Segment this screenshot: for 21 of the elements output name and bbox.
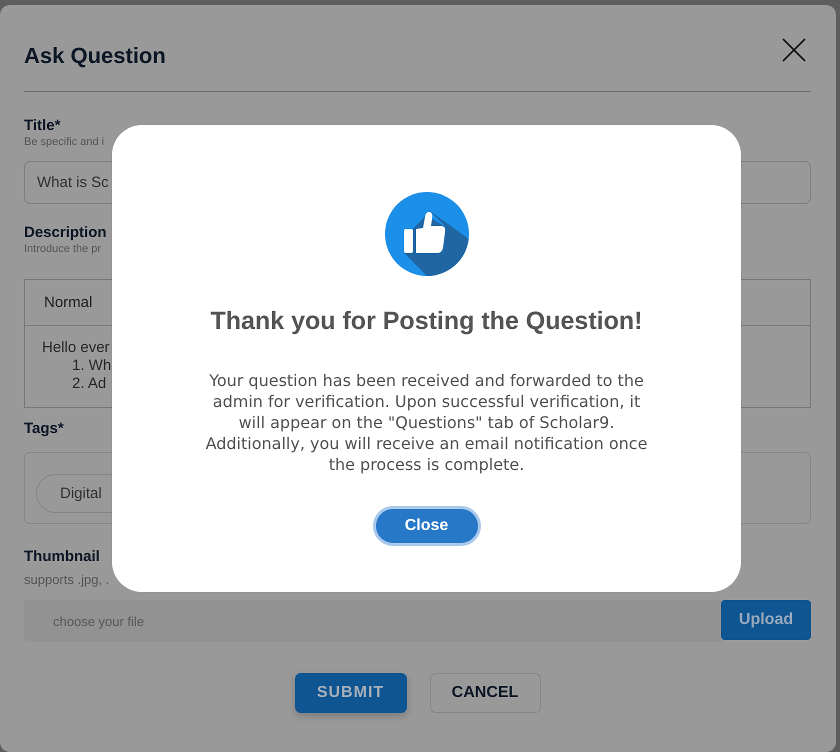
list-item-text: 1. Wh (72, 357, 112, 375)
submit-button[interactable]: SUBMIT (294, 673, 406, 713)
list-item-text: 2. Ad (72, 375, 106, 393)
dialog-title: Ask Question (24, 42, 166, 70)
field-hint: supports .jpg, . (24, 572, 110, 588)
field-hint: Be specific and i (24, 135, 104, 149)
field-hint: Introduce the pr (24, 242, 102, 256)
cancel-button[interactable]: CANCEL (430, 673, 540, 713)
field-label: Description (24, 224, 107, 242)
close-icon[interactable] (782, 38, 806, 62)
popup-heading: Thank you for Posting the Question! (210, 307, 642, 335)
paragraph-text: Hello ever (42, 339, 110, 357)
upload-button[interactable]: Upload (721, 600, 811, 640)
popup-message: Your question has been received and forwarded to the admin for verification. Upon successful verification, it will appear on the "Questions" tab of Scholar9. Additionally, you will receive an email notification once the process is complete. (204, 370, 648, 475)
field-label: Title* (24, 117, 60, 135)
field-label: Tags* (24, 420, 64, 438)
close-button[interactable]: Close (372, 506, 480, 546)
thumbs-up-icon (384, 192, 468, 276)
file-input[interactable]: choose your file (24, 600, 721, 642)
field-label: Thumbnail (24, 548, 100, 566)
format-dropdown[interactable]: Normal (44, 294, 92, 311)
